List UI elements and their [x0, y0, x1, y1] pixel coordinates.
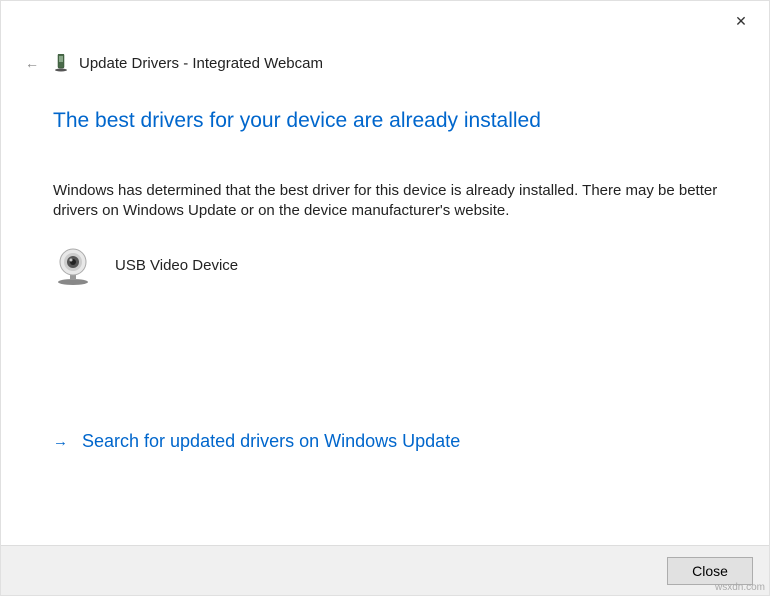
back-arrow-icon[interactable]: ← [21, 51, 43, 75]
page-title: Update Drivers - Integrated Webcam [79, 55, 323, 72]
header-row: ← Update Drivers - Integrated Webcam [21, 51, 323, 75]
main-content: The best drivers for your device are alr… [53, 109, 729, 286]
close-button[interactable]: Close [667, 557, 753, 585]
update-link-row[interactable]: → Search for updated drivers on Windows … [53, 431, 460, 452]
device-row: USB Video Device [53, 246, 729, 286]
watermark: wsxdn.com [715, 582, 765, 593]
arrow-right-icon: → [53, 433, 68, 450]
webcam-icon [53, 246, 93, 286]
status-heading: The best drivers for your device are alr… [53, 109, 729, 133]
footer: Close [1, 545, 769, 595]
close-icon[interactable]: ✕ [731, 11, 751, 31]
device-icon [53, 54, 69, 72]
device-name-label: USB Video Device [115, 257, 238, 274]
status-description: Windows has determined that the best dri… [53, 181, 729, 222]
search-updates-link[interactable]: Search for updated drivers on Windows Up… [82, 431, 460, 452]
